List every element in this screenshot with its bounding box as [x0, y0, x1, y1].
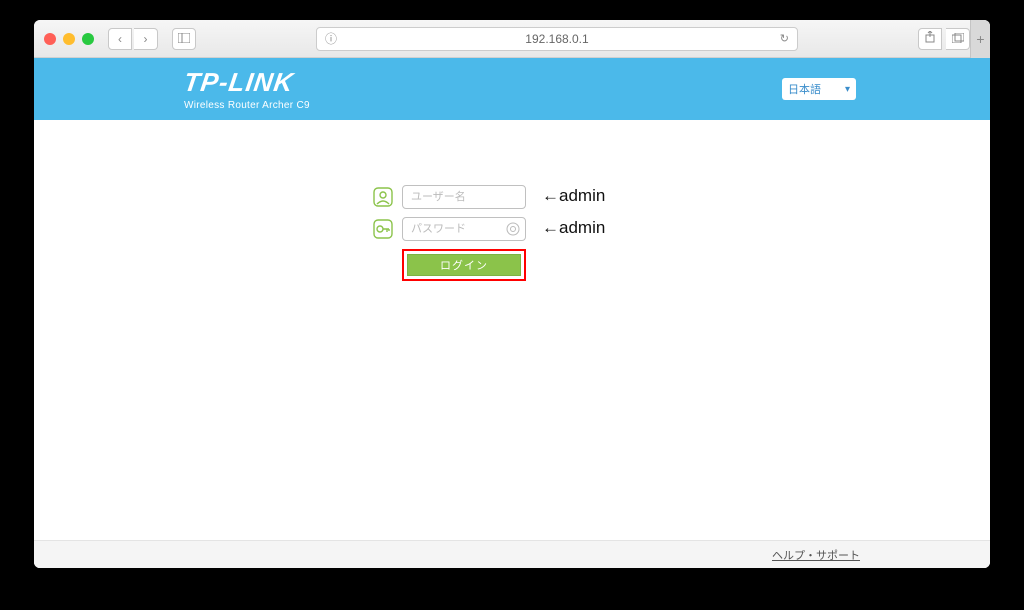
key-icon — [372, 218, 394, 240]
username-row: ←admin — [372, 185, 672, 209]
maximize-window-button[interactable] — [82, 33, 94, 45]
browser-window: ‹ › ⓘ 192.168.0.1 ↻ — [34, 20, 990, 568]
login-button-highlight: ログイン — [402, 249, 526, 281]
page-content: TP-LINK Wireless Router Archer C9 日本語 ▾ … — [34, 58, 990, 568]
brand-logo-text: TP-LINK — [182, 67, 296, 98]
window-controls — [44, 33, 94, 45]
page-header: TP-LINK Wireless Router Archer C9 日本語 ▾ — [34, 58, 990, 120]
plus-icon: + — [976, 31, 984, 47]
brand-block: TP-LINK Wireless Router Archer C9 — [184, 67, 310, 111]
login-button[interactable]: ログイン — [407, 254, 521, 276]
nav-button-group: ‹ › — [108, 28, 158, 50]
username-input[interactable] — [402, 185, 526, 209]
username-annotation: ←admin — [542, 186, 605, 206]
address-bar[interactable]: ⓘ 192.168.0.1 ↻ — [316, 27, 798, 51]
minimize-window-button[interactable] — [63, 33, 75, 45]
browser-toolbar: ‹ › ⓘ 192.168.0.1 ↻ — [34, 20, 990, 58]
chevron-down-icon: ▾ — [845, 84, 850, 95]
password-annotation: ←admin — [542, 218, 605, 238]
back-button[interactable]: ‹ — [108, 28, 132, 50]
toolbar-right — [918, 28, 970, 50]
tabs-icon — [952, 32, 964, 46]
reload-icon[interactable]: ↻ — [780, 32, 789, 45]
page-footer: ヘルプ・サポート — [34, 540, 990, 568]
user-icon — [372, 186, 394, 208]
chevron-right-icon: › — [144, 32, 148, 46]
close-window-button[interactable] — [44, 33, 56, 45]
share-icon — [925, 31, 935, 46]
reveal-password-icon[interactable] — [506, 222, 520, 239]
tabs-button[interactable] — [946, 28, 970, 50]
new-tab-button[interactable]: + — [970, 20, 990, 58]
language-dropdown[interactable]: 日本語 ▾ — [782, 78, 856, 100]
support-link[interactable]: ヘルプ・サポート — [772, 547, 860, 563]
site-info-icon[interactable]: ⓘ — [325, 30, 337, 47]
password-row: ←admin — [372, 217, 672, 241]
language-label: 日本語 — [788, 81, 821, 97]
chevron-left-icon: ‹ — [118, 32, 122, 46]
brand-subtitle: Wireless Router Archer C9 — [184, 100, 310, 111]
sidebar-icon — [178, 32, 190, 46]
sidebar-toggle-button[interactable] — [172, 28, 196, 50]
url-text: 192.168.0.1 — [525, 32, 588, 46]
share-button[interactable] — [918, 28, 942, 50]
login-form: ←admin ←admin ログイン — [372, 185, 672, 281]
login-button-label: ログイン — [440, 257, 488, 273]
forward-button[interactable]: › — [134, 28, 158, 50]
